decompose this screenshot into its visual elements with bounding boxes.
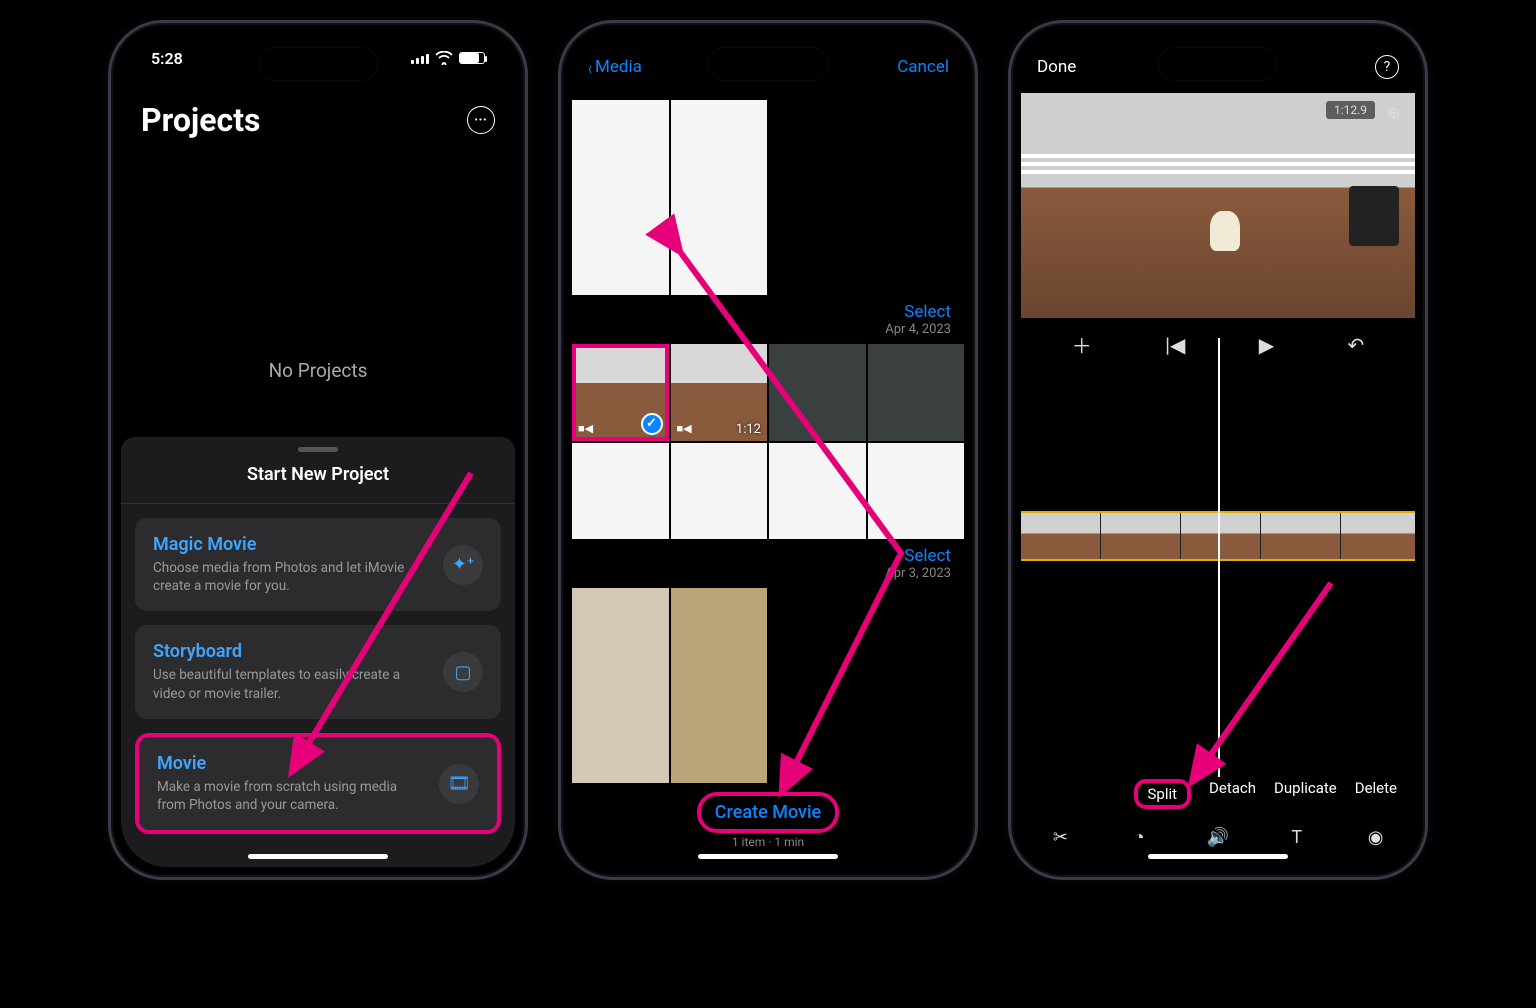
sheet-grabber[interactable] <box>298 447 338 452</box>
skip-back-button[interactable]: |◀ <box>1165 333 1185 357</box>
media-thumbnail[interactable] <box>670 587 769 784</box>
media-thumbnail[interactable] <box>768 442 867 541</box>
storyboard-icon: ▢ <box>443 652 483 692</box>
video-preview[interactable]: 1:12.9 ⊕ <box>1021 93 1415 318</box>
speed-icon[interactable]: ◔ <box>1124 825 1154 849</box>
option-title: Movie <box>157 753 425 774</box>
option-desc: Make a movie from scratch using media fr… <box>157 778 425 814</box>
option-storyboard[interactable]: Storyboard Use beautiful templates to ea… <box>135 625 501 718</box>
back-button[interactable]: ‹Media <box>587 55 642 79</box>
play-button[interactable]: ▶ <box>1259 333 1274 357</box>
media-thumbnail[interactable] <box>571 442 670 541</box>
new-project-sheet: Start New Project Magic Movie Choose med… <box>121 437 515 867</box>
clip-frame[interactable] <box>1021 513 1101 559</box>
preview-decoration <box>1210 211 1240 251</box>
sheet-title: Start New Project <box>121 464 515 504</box>
home-indicator[interactable] <box>248 854 388 859</box>
media-thumbnail-selected[interactable]: ■◀ ✓ <box>571 343 670 442</box>
clip-frame[interactable] <box>1341 513 1415 559</box>
clip-frame[interactable] <box>1261 513 1341 559</box>
option-desc: Use beautiful templates to easily create… <box>153 666 429 702</box>
create-subtext: 1 item · 1 min <box>571 835 965 849</box>
preview-decoration <box>1349 186 1399 246</box>
status-time: 5:28 <box>151 49 183 68</box>
more-button[interactable]: ••• <box>467 106 495 134</box>
cancel-button[interactable]: Cancel <box>897 57 949 77</box>
timestamp-badge: 1:12.9 <box>1326 101 1375 119</box>
dynamic-island <box>258 47 378 81</box>
media-thumbnail[interactable] <box>670 442 769 541</box>
check-icon: ✓ <box>641 413 663 435</box>
select-button[interactable]: Select <box>904 302 951 322</box>
media-thumbnail[interactable] <box>867 442 966 541</box>
dynamic-island <box>708 47 828 81</box>
option-title: Storyboard <box>153 641 429 662</box>
moment-date: Apr 4, 2023 <box>885 322 951 337</box>
zoom-icon[interactable]: ⊕ <box>1381 99 1407 125</box>
home-indicator[interactable] <box>698 854 838 859</box>
media-thumbnail[interactable]: ■◀ 1:12 <box>670 343 769 442</box>
detach-button[interactable]: Detach <box>1209 779 1256 809</box>
empty-state: No Projects <box>121 359 515 382</box>
media-thumbnail[interactable] <box>571 587 670 784</box>
done-button[interactable]: Done <box>1037 57 1076 77</box>
phone-2-moments: ‹Media Moments Cancel Select Apr 4, 2023… <box>558 20 978 880</box>
option-desc: Choose media from Photos and let iMovie … <box>153 559 429 595</box>
text-icon[interactable]: T <box>1282 825 1312 849</box>
volume-icon[interactable]: 🔊 <box>1203 825 1233 849</box>
option-title: Magic Movie <box>153 534 429 555</box>
wifi-icon <box>435 51 453 65</box>
create-movie-button[interactable]: Create Movie <box>697 792 839 833</box>
scissors-icon[interactable]: ✂ <box>1045 825 1075 849</box>
media-thumbnail[interactable] <box>867 343 966 442</box>
film-icon: 🎞 <box>439 764 479 804</box>
page-title: Projects <box>141 101 260 139</box>
add-media-button[interactable]: ＋ <box>1072 330 1092 359</box>
dynamic-island <box>1158 47 1278 81</box>
video-icon: ■◀ <box>578 422 593 435</box>
delete-button[interactable]: Delete <box>1355 779 1397 809</box>
option-magic-movie[interactable]: Magic Movie Choose media from Photos and… <box>135 518 501 611</box>
playhead[interactable] <box>1218 338 1220 777</box>
help-button[interactable]: ? <box>1375 55 1399 79</box>
filters-icon[interactable]: ◉ <box>1361 825 1391 849</box>
phone-1-projects: 5:28 Projects ••• No Projects Start New … <box>108 20 528 880</box>
battery-icon <box>459 52 485 64</box>
wand-icon: ✦⁺ <box>443 545 483 585</box>
video-duration: 1:12 <box>736 422 761 437</box>
select-button[interactable]: Select <box>904 546 951 566</box>
media-thumbnail[interactable] <box>571 99 670 296</box>
annotation-arrow <box>1181 573 1361 807</box>
phone-3-editor: Done My Movie ? 1:12.9 ⊕ ＋ |◀ ▶ ↶ Split <box>1008 20 1428 880</box>
undo-button[interactable]: ↶ <box>1348 333 1365 357</box>
split-button[interactable]: Split <box>1134 779 1192 809</box>
media-thumbnail[interactable] <box>670 99 769 296</box>
media-thumbnail[interactable] <box>768 343 867 442</box>
clip-frame[interactable] <box>1181 513 1261 559</box>
signal-icon <box>411 52 429 64</box>
video-icon: ■◀ <box>677 422 692 435</box>
clip-frame[interactable] <box>1101 513 1181 559</box>
preview-decoration <box>1021 170 1415 174</box>
option-movie[interactable]: Movie Make a movie from scratch using me… <box>135 733 501 834</box>
moment-date: Apr 3, 2023 <box>885 566 951 581</box>
duplicate-button[interactable]: Duplicate <box>1274 779 1337 809</box>
home-indicator[interactable] <box>1148 854 1288 859</box>
